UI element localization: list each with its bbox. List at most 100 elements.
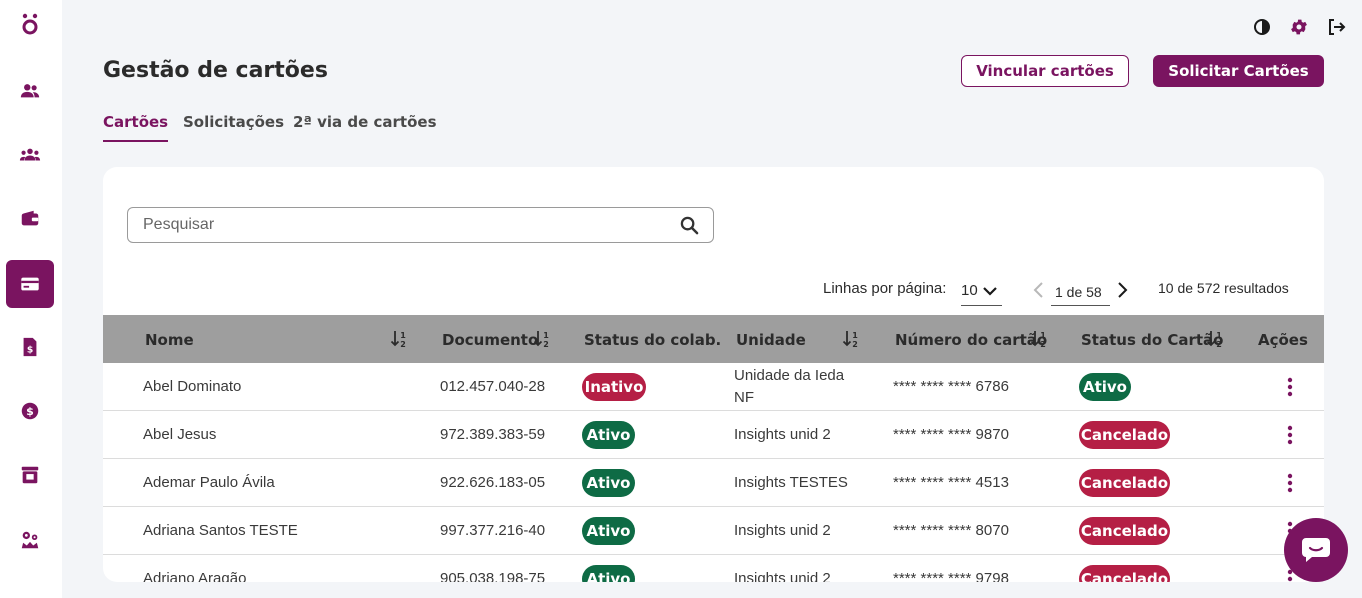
more-actions-icon[interactable]	[1286, 377, 1294, 397]
card-status-badge: Cancelado	[1079, 421, 1170, 449]
page-indicator: 1 de 58	[1051, 278, 1110, 306]
cell-name: Abel Dominato	[143, 378, 242, 395]
cell-document: 012.457.040-28	[440, 378, 546, 395]
cell-name: Adriano Aragão	[143, 570, 247, 582]
document-dollar-icon: $	[23, 337, 37, 357]
sort-icon[interactable]: 12	[1030, 329, 1048, 349]
sidebar-item-finance[interactable]: $	[6, 387, 54, 435]
svg-text:1: 1	[852, 331, 858, 340]
table-row[interactable]: Adriana Santos TESTE 997.377.216-40 Ativ…	[103, 507, 1324, 555]
contrast-icon[interactable]	[1252, 17, 1272, 37]
column-header-collab-status: Status do colab.	[584, 331, 722, 349]
chevron-right-icon[interactable]	[1115, 281, 1129, 299]
request-cards-button[interactable]: Solicitar Cartões	[1153, 55, 1324, 87]
cell-card-number: **** **** **** 8070	[893, 522, 1009, 539]
cell-unit: Insights TESTES	[734, 474, 848, 491]
sort-icon[interactable]: 12	[533, 329, 551, 349]
column-header-unit: Unidade	[736, 331, 806, 349]
svg-text:2: 2	[543, 340, 549, 349]
svg-text:1: 1	[1216, 331, 1222, 340]
cell-unit: Insights unid 2	[734, 426, 831, 443]
rows-per-page-label: Linhas por página:	[823, 280, 947, 297]
table-row[interactable]: Abel Dominato 012.457.040-28 Inativo Uni…	[103, 363, 1324, 411]
collab-status-badge: Inativo	[582, 373, 646, 401]
table-header: Nome 12 Documento 12 Status do colab. Un…	[103, 315, 1324, 363]
cell-unit: Insights unid 2	[734, 570, 831, 582]
search-input[interactable]	[143, 208, 663, 242]
sidebar-item-cards[interactable]	[6, 260, 54, 308]
sort-icon[interactable]: 12	[1206, 329, 1224, 349]
sidebar-item-admin[interactable]	[6, 516, 54, 564]
column-header-document: Documento	[442, 331, 539, 349]
svg-text:2: 2	[852, 340, 858, 349]
svg-text:1: 1	[543, 331, 549, 340]
card-icon	[21, 277, 39, 291]
table-row[interactable]: Adriano Aragão 905.038.198-75 Ativo Insi…	[103, 555, 1324, 582]
sidebar-item-groups[interactable]	[6, 131, 54, 179]
collab-status-badge: Ativo	[582, 565, 635, 582]
page-title: Gestão de cartões	[103, 58, 328, 83]
sidebar-item-people[interactable]	[6, 67, 54, 115]
link-cards-button[interactable]: Vincular cartões	[961, 55, 1129, 87]
cell-card-number: **** **** **** 6786	[893, 378, 1009, 395]
card-status-badge: Cancelado	[1079, 469, 1170, 497]
sidebar-item-wallet[interactable]	[6, 195, 54, 243]
collab-status-badge: Ativo	[582, 469, 635, 497]
svg-text:2: 2	[1040, 340, 1046, 349]
search-icon[interactable]	[680, 216, 699, 235]
cell-document: 905.038.198-75	[440, 570, 546, 582]
sort-icon[interactable]: 12	[842, 329, 860, 349]
rows-per-page-select[interactable]: 10	[961, 278, 1002, 306]
card-status-badge: Ativo	[1079, 373, 1131, 401]
chevron-left-icon[interactable]	[1032, 281, 1046, 299]
tab-second-copy[interactable]: 2ª via de cartões	[293, 113, 437, 140]
logout-icon[interactable]	[1326, 17, 1346, 37]
group-icon	[19, 148, 41, 161]
rows-per-page-value: 10	[961, 282, 978, 299]
search-box	[127, 207, 714, 243]
collab-status-badge: Ativo	[582, 421, 635, 449]
chat-bubble-icon	[1302, 538, 1330, 562]
wallet-icon	[21, 210, 39, 226]
sidebar-item-store[interactable]	[6, 451, 54, 499]
card-status-badge: Cancelado	[1079, 517, 1170, 545]
sort-icon[interactable]: 12	[390, 329, 408, 349]
cell-document: 922.626.183-05	[440, 474, 546, 491]
collab-status-badge: Ativo	[582, 517, 635, 545]
settings-crown-icon	[21, 531, 39, 549]
more-actions-icon[interactable]	[1286, 425, 1294, 445]
gear-icon[interactable]	[1289, 17, 1309, 37]
chevron-down-icon	[983, 287, 997, 296]
tab-requests[interactable]: Solicitações	[183, 113, 284, 140]
column-header-name: Nome	[145, 331, 194, 349]
dollar-coin-icon: $	[21, 402, 39, 420]
page-text: 1 de 58	[1055, 284, 1102, 300]
svg-text:1: 1	[400, 331, 406, 340]
people-icon	[20, 84, 40, 98]
cell-unit: Insights unid 2	[734, 522, 831, 539]
cell-name: Adriana Santos TESTE	[143, 522, 298, 539]
column-header-card-number: Número do cartão	[895, 331, 1048, 349]
column-header-actions: Ações	[1258, 331, 1308, 349]
cell-unit: Unidade da Ieda	[734, 367, 845, 384]
table-row[interactable]: Ademar Paulo Ávila 922.626.183-05 Ativo …	[103, 459, 1324, 507]
cell-card-number: **** **** **** 9870	[893, 426, 1009, 443]
svg-text:$: $	[26, 405, 34, 418]
svg-text:2: 2	[1216, 340, 1222, 349]
svg-text:2: 2	[400, 340, 406, 349]
sidebar-item-invoices[interactable]: $	[6, 323, 54, 371]
chat-button[interactable]	[1284, 518, 1348, 582]
svg-text:1: 1	[1040, 331, 1046, 340]
cell-name: Abel Jesus	[143, 426, 217, 443]
cell-card-number: **** **** **** 4513	[893, 474, 1009, 491]
column-header-card-status: Status do Cartão	[1081, 331, 1224, 349]
cell-card-number: **** **** **** 9798	[893, 570, 1009, 582]
cell-unit-line2: NF	[734, 389, 754, 406]
tab-cards[interactable]: Cartões	[103, 113, 169, 142]
results-count: 10 de 572 resultados	[1158, 280, 1289, 296]
logo-icon[interactable]	[18, 12, 42, 36]
svg-text:$: $	[27, 345, 33, 356]
more-actions-icon[interactable]	[1286, 473, 1294, 493]
cards-table-card: Linhas por página: 10 1 de 58 10 de 572 …	[103, 167, 1324, 582]
table-row[interactable]: Abel Jesus 972.389.383-59 Ativo Insights…	[103, 411, 1324, 459]
